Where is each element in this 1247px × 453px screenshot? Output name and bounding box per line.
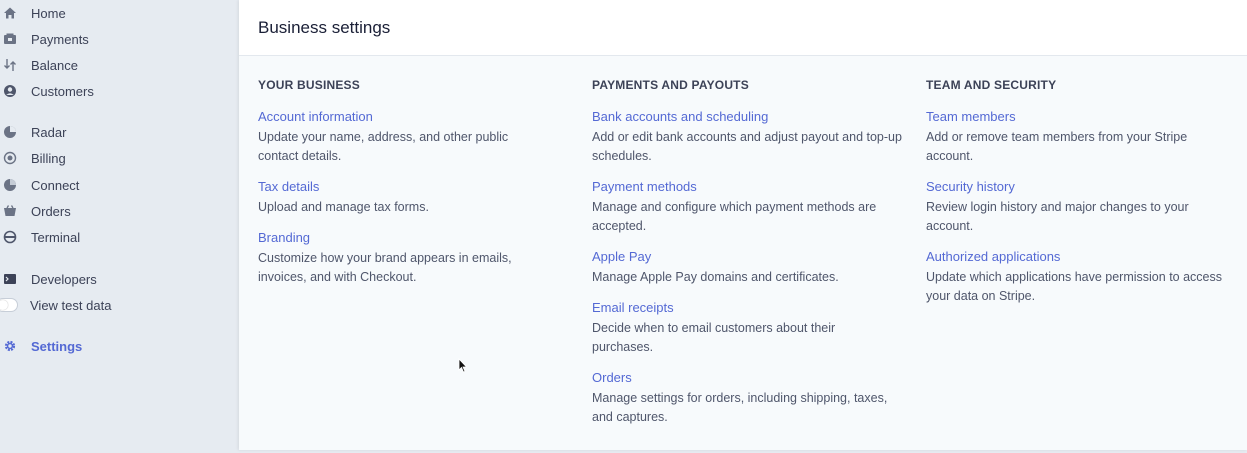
settings-entry: Authorized applications Update which app… xyxy=(926,249,1246,306)
sidebar-item-radar[interactable]: Radar xyxy=(0,121,230,143)
entry-description: Manage Apple Pay domains and certificate… xyxy=(592,270,839,284)
balance-icon xyxy=(3,58,17,72)
payments-icon xyxy=(3,32,17,46)
account-information-link[interactable]: Account information xyxy=(258,109,578,124)
orders-icon xyxy=(3,204,17,218)
payment-methods-link[interactable]: Payment methods xyxy=(592,179,912,194)
gear-icon xyxy=(3,339,17,353)
security-history-link[interactable]: Security history xyxy=(926,179,1246,194)
section-your-business: YOUR BUSINESS Account information Update… xyxy=(258,78,578,300)
email-receipts-link[interactable]: Email receipts xyxy=(592,300,912,315)
settings-entry: Bank accounts and scheduling Add or edit… xyxy=(592,109,912,166)
sidebar-item-label: Developers xyxy=(31,271,97,287)
section-heading: PAYMENTS AND PAYOUTS xyxy=(592,78,749,92)
sidebar-item-label: Home xyxy=(31,5,66,21)
sidebar-item-developers[interactable]: Developers xyxy=(0,268,230,290)
sidebar-item-payments[interactable]: Payments xyxy=(0,28,230,50)
sidebar-item-label: View test data xyxy=(30,297,112,313)
entry-description: Decide when to email customers about the… xyxy=(592,321,836,354)
settings-entry: Payment methods Manage and configure whi… xyxy=(592,179,912,236)
entry-description: Manage settings for orders, including sh… xyxy=(592,391,888,424)
settings-entry: Security history Review login history an… xyxy=(926,179,1246,236)
sidebar-item-view-test-data[interactable]: View test data xyxy=(0,294,230,316)
apple-pay-link[interactable]: Apple Pay xyxy=(592,249,912,264)
sidebar-item-label: Radar xyxy=(31,124,67,140)
section-heading: TEAM AND SECURITY xyxy=(926,78,1057,92)
authorized-applications-link[interactable]: Authorized applications xyxy=(926,249,1246,264)
orders-link[interactable]: Orders xyxy=(592,370,912,385)
sidebar-item-connect[interactable]: Connect xyxy=(0,174,230,196)
branding-link[interactable]: Branding xyxy=(258,230,578,245)
section-team-and-security: TEAM AND SECURITY Team members Add or re… xyxy=(926,78,1246,319)
radar-icon xyxy=(3,125,17,139)
sidebar-item-label: Settings xyxy=(31,338,83,354)
developers-icon xyxy=(3,272,17,286)
sidebar-item-settings[interactable]: Settings xyxy=(0,335,230,357)
sidebar-item-label: Billing xyxy=(31,150,66,166)
entry-description: Customize how your brand appears in emai… xyxy=(258,251,512,284)
settings-entry: Team members Add or remove team members … xyxy=(926,109,1246,166)
sidebar: Home Payments Balance Customers Radar Bi… xyxy=(0,0,238,453)
section-payments-and-payouts: PAYMENTS AND PAYOUTS Bank accounts and s… xyxy=(592,78,912,440)
settings-panel: Business settings YOUR BUSINESS Account … xyxy=(239,0,1247,450)
terminal-icon xyxy=(3,230,17,244)
settings-entry: Account information Update your name, ad… xyxy=(258,109,578,166)
entry-description: Add or remove team members from your Str… xyxy=(926,130,1188,163)
sidebar-item-orders[interactable]: Orders xyxy=(0,200,230,222)
billing-icon xyxy=(3,151,17,165)
home-icon xyxy=(3,6,17,20)
sidebar-item-terminal[interactable]: Terminal xyxy=(0,226,230,248)
sidebar-item-label: Balance xyxy=(31,57,78,73)
sidebar-item-home[interactable]: Home xyxy=(0,2,230,24)
entry-description: Review login history and major changes t… xyxy=(926,200,1189,233)
panel-header: Business settings xyxy=(239,0,1247,56)
mouse-cursor-icon xyxy=(458,358,468,373)
entry-description: Update your name, address, and other pub… xyxy=(258,130,509,163)
sidebar-item-label: Payments xyxy=(31,31,89,47)
entry-description: Update which applications have permissio… xyxy=(926,270,1222,303)
settings-entry: Branding Customize how your brand appear… xyxy=(258,230,578,287)
sidebar-item-balance[interactable]: Balance xyxy=(0,54,230,76)
sidebar-item-label: Orders xyxy=(31,203,71,219)
sidebar-item-label: Terminal xyxy=(31,229,81,245)
entry-description: Upload and manage tax forms. xyxy=(258,200,429,214)
customers-icon xyxy=(3,84,17,98)
team-members-link[interactable]: Team members xyxy=(926,109,1246,124)
sidebar-item-label: Customers xyxy=(31,83,94,99)
page-title: Business settings xyxy=(258,17,391,37)
test-data-toggle[interactable] xyxy=(0,298,18,312)
settings-entry: Orders Manage settings for orders, inclu… xyxy=(592,370,912,427)
sidebar-item-billing[interactable]: Billing xyxy=(0,147,230,169)
entry-description: Add or edit bank accounts and adjust pay… xyxy=(592,130,902,163)
bank-accounts-link[interactable]: Bank accounts and scheduling xyxy=(592,109,912,124)
settings-entry: Apple Pay Manage Apple Pay domains and c… xyxy=(592,249,912,287)
settings-entry: Tax details Upload and manage tax forms. xyxy=(258,179,578,217)
sidebar-item-customers[interactable]: Customers xyxy=(0,80,230,102)
settings-entry: Email receipts Decide when to email cust… xyxy=(592,300,912,357)
connect-icon xyxy=(3,178,17,192)
tax-details-link[interactable]: Tax details xyxy=(258,179,578,194)
sidebar-item-label: Connect xyxy=(31,177,80,193)
entry-description: Manage and configure which payment metho… xyxy=(592,200,877,233)
section-heading: YOUR BUSINESS xyxy=(258,78,360,92)
